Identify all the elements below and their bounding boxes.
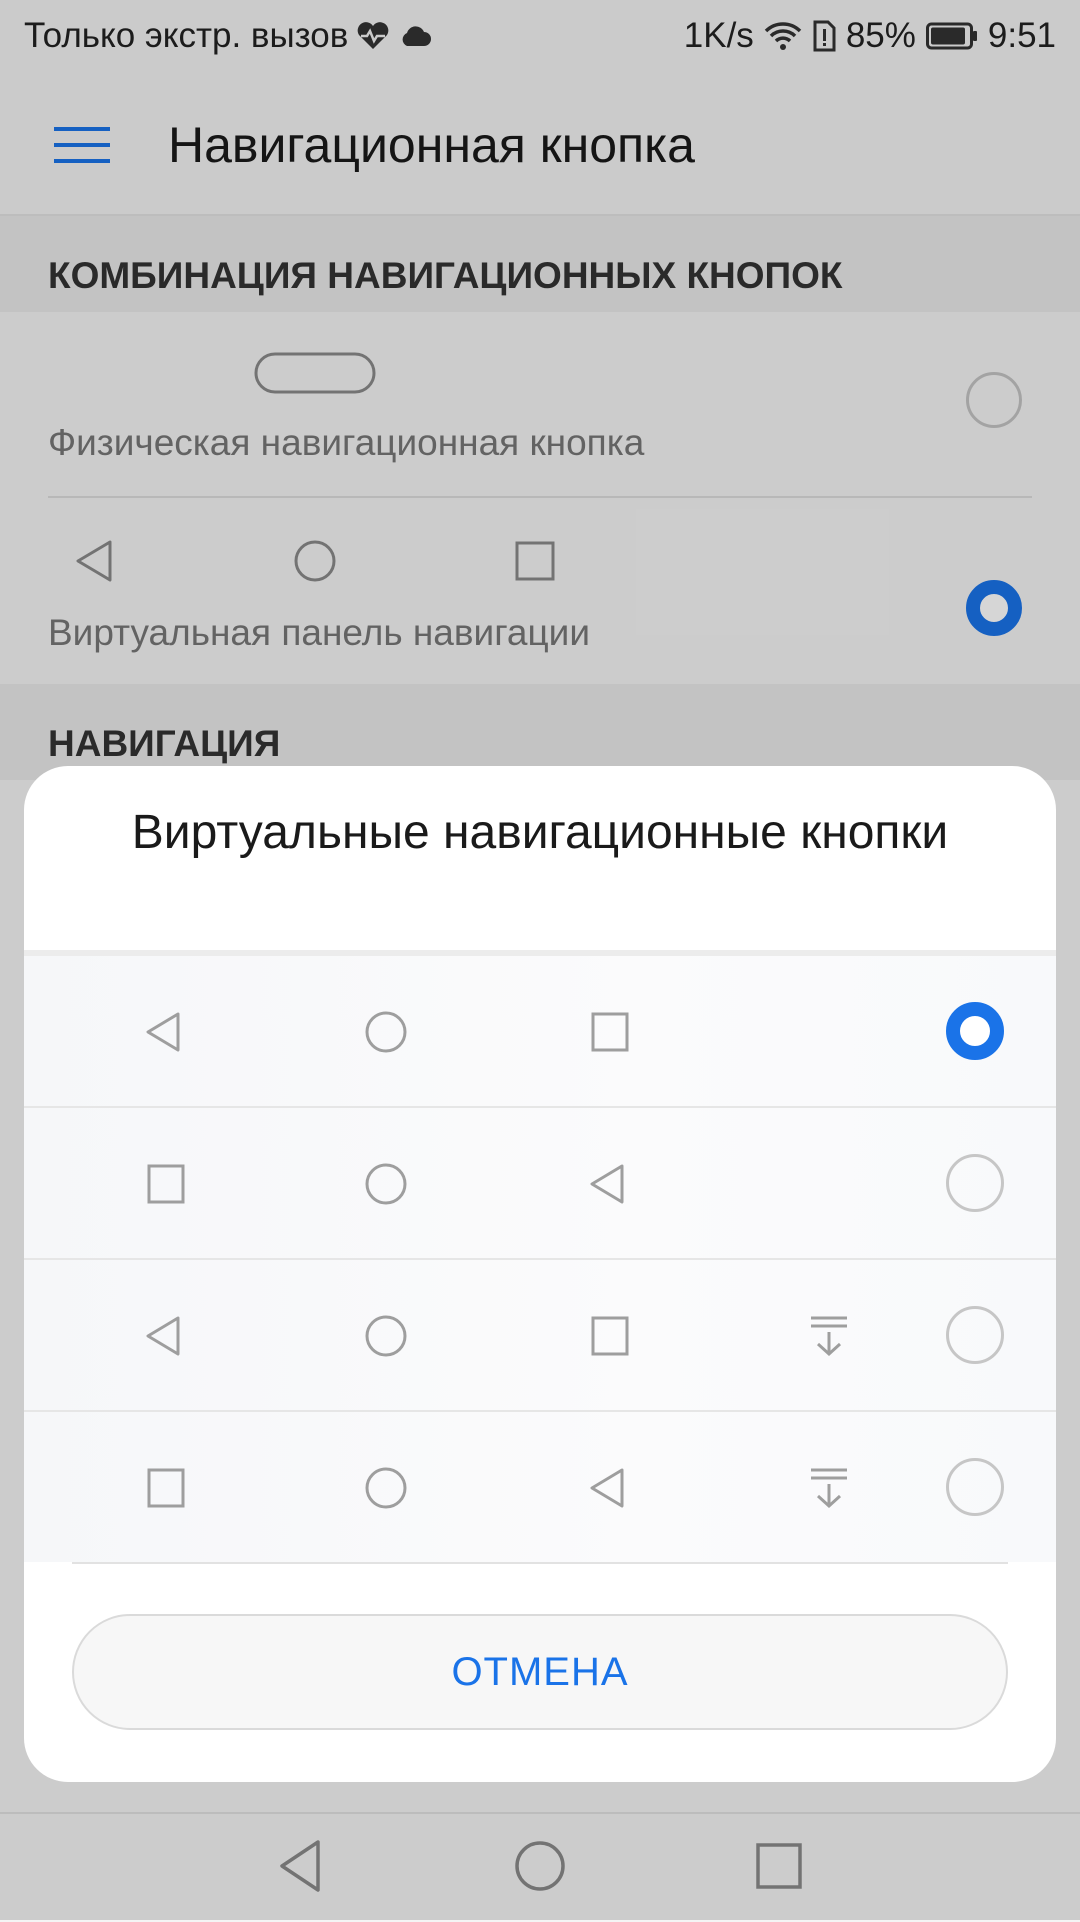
settings-screen: Только экстр. вызов 1K/s 85% 9:51 Навига… [0, 0, 1080, 1922]
recents-icon [147, 1468, 185, 1508]
dialog-title: Виртуальные навигационные кнопки [131, 806, 949, 859]
virtual-nav-buttons-dialog: Виртуальные навигационные кнопки ОТМЕНА [24, 766, 1056, 1782]
nav-layout-option-4[interactable] [24, 1412, 1056, 1562]
home-icon [365, 1315, 407, 1357]
back-icon [590, 1164, 624, 1204]
notification-pull-down-icon [811, 1316, 847, 1357]
radio-option-3[interactable] [946, 1306, 1004, 1364]
home-icon [365, 1163, 407, 1205]
dialog-options-divider [72, 1562, 1008, 1564]
radio-option-4[interactable] [946, 1458, 1004, 1516]
cancel-button[interactable]: ОТМЕНА [72, 1614, 1008, 1730]
back-icon [146, 1316, 180, 1356]
home-icon [365, 1011, 407, 1053]
nav-layout-option-3[interactable] [24, 1260, 1056, 1412]
nav-layout-option-2[interactable] [24, 1108, 1056, 1260]
recents-icon [147, 1164, 185, 1204]
notification-pull-down-icon [811, 1468, 847, 1509]
recents-icon [591, 1316, 629, 1356]
home-icon [365, 1467, 407, 1509]
dialog-options [24, 956, 1056, 1562]
nav-layout-option-1[interactable] [24, 956, 1056, 1108]
radio-option-2[interactable] [946, 1154, 1004, 1212]
back-icon [146, 1012, 180, 1052]
back-icon [590, 1468, 624, 1508]
recents-icon [591, 1012, 629, 1052]
radio-option-1-selected[interactable] [946, 1002, 1004, 1060]
